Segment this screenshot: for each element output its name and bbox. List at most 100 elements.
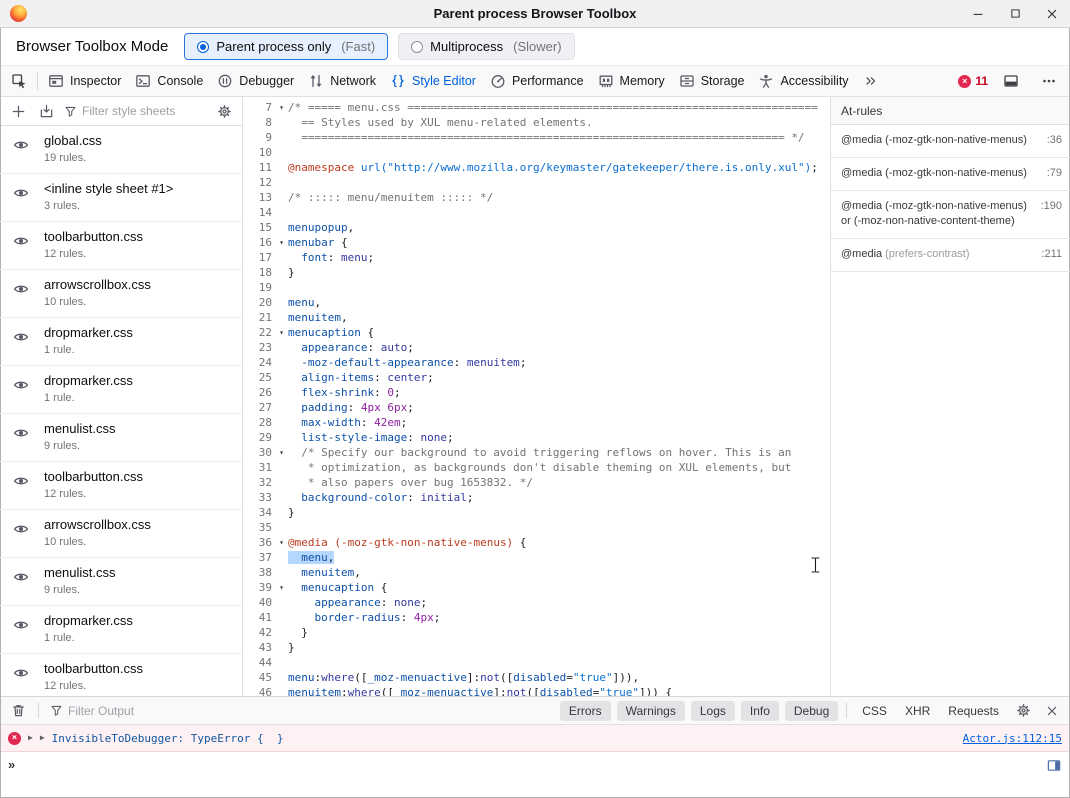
fold-arrow-icon[interactable]: [275, 625, 288, 640]
fold-arrow-icon[interactable]: [275, 265, 288, 280]
fold-arrow-icon[interactable]: [275, 280, 288, 295]
fold-arrow-icon[interactable]: [275, 385, 288, 400]
code-line[interactable]: 31 * optimization, as backgrounds don't …: [243, 460, 830, 475]
stylesheet-item[interactable]: toolbarbutton.css 12 rules.: [0, 654, 242, 696]
code-line[interactable]: 27 padding: 4px 6px;: [243, 400, 830, 415]
atrule-line-link[interactable]: :79: [1047, 166, 1062, 181]
fold-arrow-icon[interactable]: [275, 340, 288, 355]
console-category-button[interactable]: XHR: [898, 701, 937, 721]
code-line[interactable]: 28 max-width: 42em;: [243, 415, 830, 430]
more-tabs-button[interactable]: [856, 66, 886, 96]
visibility-eye-icon[interactable]: [13, 377, 29, 393]
console-input-row[interactable]: »: [0, 752, 1070, 798]
code-line[interactable]: 38 menuitem,: [243, 565, 830, 580]
visibility-eye-icon[interactable]: [13, 521, 29, 537]
code-line[interactable]: 8 == Styles used by XUL menu-related ele…: [243, 115, 830, 130]
fold-arrow-icon[interactable]: [275, 250, 288, 265]
visibility-eye-icon[interactable]: [13, 617, 29, 633]
tab-performance[interactable]: Performance: [483, 66, 591, 96]
fold-arrow-icon[interactable]: [275, 220, 288, 235]
fold-arrow-icon[interactable]: [275, 475, 288, 490]
fold-arrow-icon[interactable]: [275, 610, 288, 625]
console-category-button[interactable]: CSS: [855, 701, 894, 721]
stylesheet-item[interactable]: <inline style sheet #1> 3 rules.: [0, 174, 242, 222]
stylesheet-item[interactable]: arrowscrollbox.css 10 rules.: [0, 510, 242, 558]
code-line[interactable]: 41 border-radius: 4px;: [243, 610, 830, 625]
code-line[interactable]: 29 list-style-image: none;: [243, 430, 830, 445]
visibility-eye-icon[interactable]: [13, 233, 29, 249]
stylesheet-item[interactable]: arrowscrollbox.css 10 rules.: [0, 270, 242, 318]
stylesheet-item[interactable]: toolbarbutton.css 12 rules.: [0, 462, 242, 510]
fold-arrow-icon[interactable]: ▾: [275, 100, 288, 115]
code-line[interactable]: 45 menu:where([_moz-menuactive]:not([dis…: [243, 670, 830, 685]
minimize-button[interactable]: [970, 6, 986, 22]
new-stylesheet-button[interactable]: [5, 98, 31, 124]
maximize-button[interactable]: [1007, 6, 1023, 22]
mode-option-multiprocess[interactable]: Multiprocess(Slower): [398, 33, 574, 60]
atrule-item[interactable]: @media(-moz-gtk-non-native-menus) :79: [831, 158, 1070, 191]
fold-arrow-icon[interactable]: [275, 490, 288, 505]
code-line[interactable]: 40 appearance: none;: [243, 595, 830, 610]
fold-arrow-icon[interactable]: [275, 550, 288, 565]
clear-console-button[interactable]: [6, 699, 30, 723]
tab-styleeditor[interactable]: Style Editor: [383, 66, 483, 96]
fold-arrow-icon[interactable]: [275, 415, 288, 430]
console-filter-button[interactable]: Info: [741, 701, 779, 721]
fold-arrow-icon[interactable]: [275, 565, 288, 580]
fold-arrow-icon[interactable]: [275, 460, 288, 475]
fold-arrow-icon[interactable]: [275, 355, 288, 370]
code-line[interactable]: 13 /* ::::: menu/menuitem ::::: */: [243, 190, 830, 205]
error-count-badge[interactable]: × 11: [958, 74, 988, 88]
fold-arrow-icon[interactable]: ▾: [275, 535, 288, 550]
atrule-line-link[interactable]: :36: [1047, 133, 1062, 148]
tab-storage[interactable]: Storage: [672, 66, 752, 96]
code-line[interactable]: 26 flex-shrink: 0;: [243, 385, 830, 400]
code-line[interactable]: 10: [243, 145, 830, 160]
fold-arrow-icon[interactable]: [275, 400, 288, 415]
fold-arrow-icon[interactable]: [275, 130, 288, 145]
fold-arrow-icon[interactable]: [275, 685, 288, 696]
atrule-item[interactable]: @media(-moz-gtk-non-native-menus) :36: [831, 125, 1070, 158]
visibility-eye-icon[interactable]: [13, 329, 29, 345]
atrule-line-link[interactable]: :211: [1041, 247, 1062, 262]
code-line[interactable]: 7 ▾ /* ===== menu.css ==================…: [243, 100, 830, 115]
style-editor-options-button[interactable]: [211, 98, 237, 124]
code-line[interactable]: 20 menu,: [243, 295, 830, 310]
visibility-eye-icon[interactable]: [13, 281, 29, 297]
code-line[interactable]: 25 align-items: center;: [243, 370, 830, 385]
code-line[interactable]: 37 menu,: [243, 550, 830, 565]
fold-arrow-icon[interactable]: [275, 430, 288, 445]
fold-arrow-icon[interactable]: ▾: [275, 325, 288, 340]
fold-arrow-icon[interactable]: [275, 205, 288, 220]
tab-console[interactable]: Console: [128, 66, 210, 96]
pick-element-button[interactable]: [4, 66, 34, 96]
atrule-item[interactable]: @media(-moz-gtk-non-native-menus) or (-m…: [831, 191, 1070, 239]
code-line[interactable]: 16 ▾ menubar {: [243, 235, 830, 250]
stylesheet-item[interactable]: global.css 19 rules.: [0, 126, 242, 174]
tab-accessibility[interactable]: Accessibility: [751, 66, 855, 96]
split-console-button[interactable]: [996, 73, 1026, 89]
console-filter-button[interactable]: Debug: [785, 701, 838, 721]
code-line[interactable]: 18 }: [243, 265, 830, 280]
atrule-line-link[interactable]: :190: [1041, 199, 1062, 214]
visibility-eye-icon[interactable]: [13, 473, 29, 489]
console-filter-button[interactable]: Warnings: [617, 701, 685, 721]
console-filter-button[interactable]: Errors: [560, 701, 611, 721]
stylesheet-filter-input[interactable]: [82, 104, 209, 118]
code-line[interactable]: 36 ▾ @media (-moz-gtk-non-native-menus) …: [243, 535, 830, 550]
tab-network[interactable]: Network: [301, 66, 383, 96]
fold-arrow-icon[interactable]: [275, 640, 288, 655]
error-source-link[interactable]: Actor.js:112:15: [963, 732, 1062, 745]
fold-arrow-icon[interactable]: [275, 655, 288, 670]
mode-option-parent-process-only[interactable]: Parent process only(Fast): [184, 33, 388, 60]
visibility-eye-icon[interactable]: [13, 137, 29, 153]
expand-arrow-icon[interactable]: ▶: [28, 734, 33, 742]
fold-arrow-icon[interactable]: ▾: [275, 580, 288, 595]
code-line[interactable]: 43 }: [243, 640, 830, 655]
fold-arrow-icon[interactable]: ▾: [275, 445, 288, 460]
console-settings-button[interactable]: [1011, 699, 1035, 723]
fold-arrow-icon[interactable]: [275, 595, 288, 610]
code-line[interactable]: 23 appearance: auto;: [243, 340, 830, 355]
console-filter-button[interactable]: Logs: [691, 701, 735, 721]
console-filter-input[interactable]: [68, 704, 555, 718]
